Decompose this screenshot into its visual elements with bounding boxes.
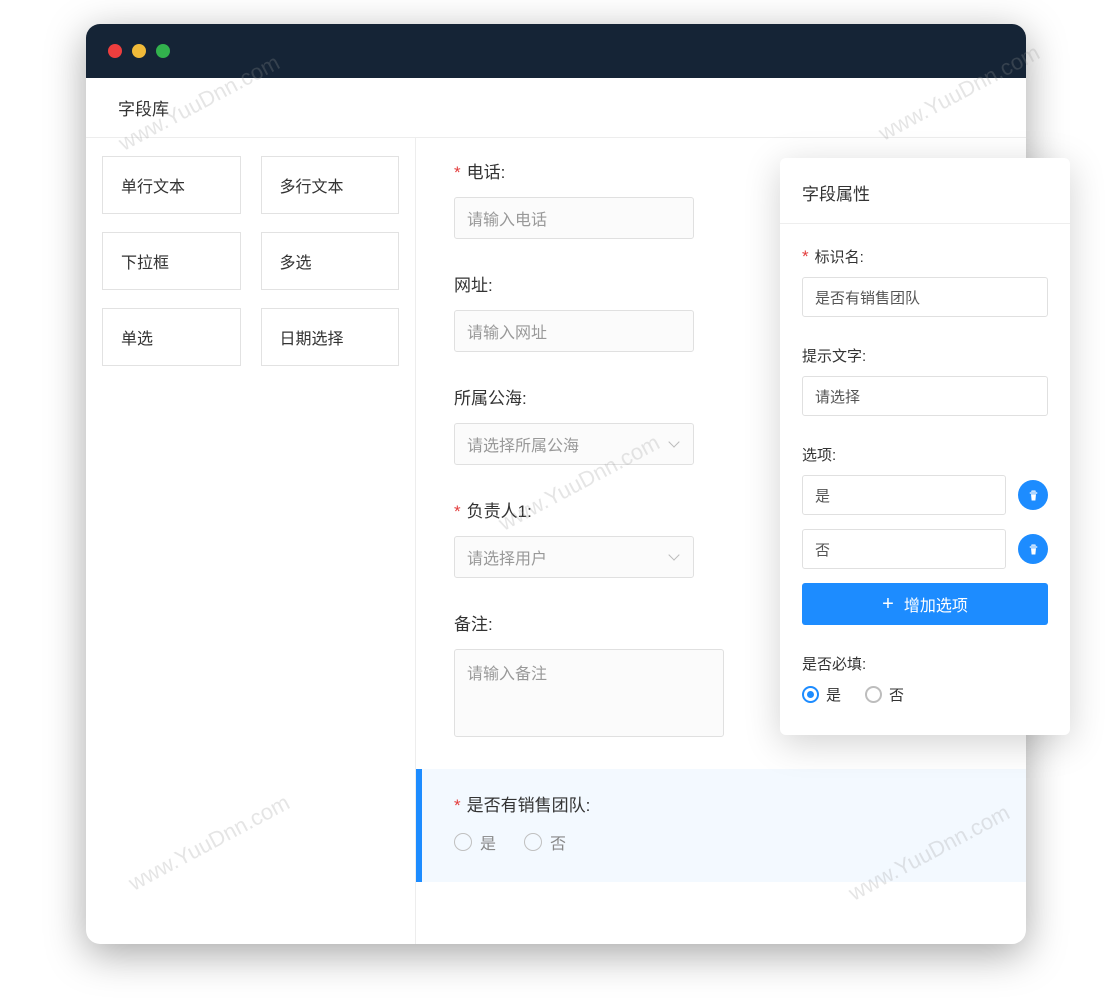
placeholder-text: 请输入备注	[467, 666, 547, 683]
field-type-label: 下拉框	[121, 249, 169, 273]
radio-label: 是	[480, 830, 496, 854]
required-asterisk: *	[802, 247, 809, 266]
prop-label: 是否必填:	[802, 653, 1048, 674]
radio-icon	[802, 686, 819, 703]
placeholder-text: 请选择用户	[467, 545, 547, 569]
radio-label: 否	[889, 684, 904, 705]
chevron-down-icon	[667, 550, 681, 564]
prop-hint: 提示文字: 请选择	[802, 345, 1048, 416]
prop-required: 是否必填: 是 否	[802, 653, 1048, 705]
hint-input[interactable]: 请选择	[802, 376, 1048, 416]
radio-label: 否	[550, 830, 566, 854]
required-asterisk: *	[454, 796, 461, 815]
url-input[interactable]: 请输入网址	[454, 310, 694, 352]
radio-icon	[865, 686, 882, 703]
window-zoom-icon[interactable]	[156, 44, 170, 58]
public-sea-select[interactable]: 请选择所属公海	[454, 423, 694, 465]
required-asterisk: *	[454, 502, 461, 521]
field-type-date[interactable]: 日期选择	[261, 308, 400, 366]
input-value: 请选择	[815, 386, 860, 407]
identifier-input[interactable]: 是否有销售团队	[802, 277, 1048, 317]
radio-icon	[524, 833, 542, 851]
placeholder-text: 请选择所属公海	[467, 432, 579, 456]
window-minimize-icon[interactable]	[132, 44, 146, 58]
required-yes-option[interactable]: 是	[802, 684, 841, 705]
field-properties-panel: 字段属性 *标识名: 是否有销售团队 提示文字: 请选择 选项: 是	[780, 158, 1070, 735]
option-row: 否	[802, 529, 1048, 569]
radio-icon	[454, 833, 472, 851]
trash-icon	[1026, 488, 1041, 503]
prop-label: *标识名:	[802, 246, 1048, 267]
field-type-label: 日期选择	[280, 325, 344, 349]
radio-option-yes[interactable]: 是	[454, 830, 496, 854]
radio-option-no[interactable]: 否	[524, 830, 566, 854]
window-close-icon[interactable]	[108, 44, 122, 58]
field-has-sales-team[interactable]: *是否有销售团队: 是 否	[416, 769, 1026, 882]
window-titlebar	[86, 24, 1026, 78]
placeholder-text: 请输入网址	[467, 319, 547, 343]
chevron-down-icon	[667, 437, 681, 451]
input-value: 是否有销售团队	[815, 287, 920, 308]
section-title: 字段库	[118, 95, 169, 120]
field-type-multi-select[interactable]: 多选	[261, 232, 400, 290]
field-label: *是否有销售团队:	[454, 791, 994, 816]
prop-options: 选项: 是 否 + 增加选项	[802, 444, 1048, 625]
field-type-multi-line[interactable]: 多行文本	[261, 156, 400, 214]
plus-icon: +	[882, 594, 894, 614]
option-input[interactable]: 否	[802, 529, 1006, 569]
radio-label: 是	[826, 684, 841, 705]
trash-icon	[1026, 542, 1041, 557]
field-type-single-line[interactable]: 单行文本	[102, 156, 241, 214]
panel-title: 字段属性	[780, 180, 1070, 223]
required-asterisk: *	[454, 163, 461, 182]
input-value: 否	[815, 539, 830, 560]
section-header: 字段库	[86, 78, 1026, 138]
field-library-panel: 单行文本 多行文本 下拉框 多选 单选 日期选择	[86, 138, 416, 944]
placeholder-text: 请输入电话	[467, 206, 547, 230]
remark-textarea[interactable]: 请输入备注	[454, 649, 724, 737]
field-type-label: 多行文本	[280, 173, 344, 197]
delete-option-button[interactable]	[1018, 480, 1048, 510]
option-row: 是	[802, 475, 1048, 515]
prop-label: 提示文字:	[802, 345, 1048, 366]
prop-identifier: *标识名: 是否有销售团队	[802, 246, 1048, 317]
field-type-radio[interactable]: 单选	[102, 308, 241, 366]
field-type-select[interactable]: 下拉框	[102, 232, 241, 290]
input-value: 是	[815, 485, 830, 506]
prop-label: 选项:	[802, 444, 1048, 465]
delete-option-button[interactable]	[1018, 534, 1048, 564]
phone-input[interactable]: 请输入电话	[454, 197, 694, 239]
field-type-label: 多选	[280, 249, 312, 273]
required-no-option[interactable]: 否	[865, 684, 904, 705]
field-type-label: 单行文本	[121, 173, 185, 197]
option-input[interactable]: 是	[802, 475, 1006, 515]
button-label: 增加选项	[904, 592, 968, 616]
owner-select[interactable]: 请选择用户	[454, 536, 694, 578]
add-option-button[interactable]: + 增加选项	[802, 583, 1048, 625]
field-type-label: 单选	[121, 325, 153, 349]
